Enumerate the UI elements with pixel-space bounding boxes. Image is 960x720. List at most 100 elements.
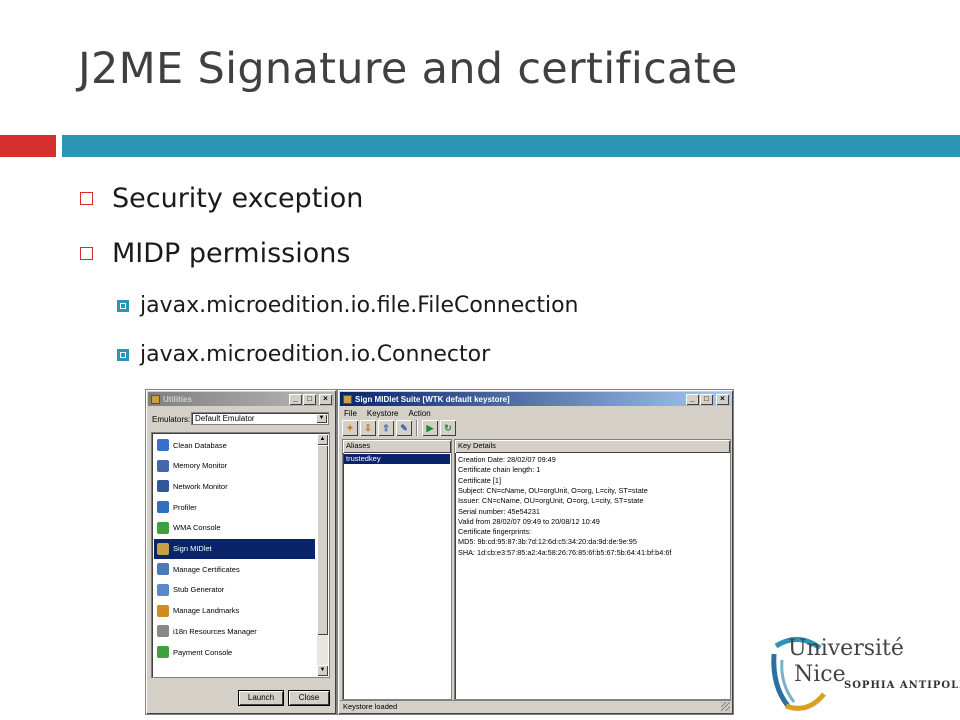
delete-key-icon[interactable]: ✎: [396, 420, 412, 436]
utility-item-label: Manage Certificates: [173, 564, 240, 574]
utility-item[interactable]: Sign MIDlet: [154, 538, 315, 559]
sub-bullet-fileconnection: javax.microedition.io.file.FileConnectio…: [117, 293, 579, 318]
utility-item-label: Manage Landmarks: [173, 606, 240, 616]
maximize-button[interactable]: □: [303, 393, 316, 405]
emulators-selected-value: Default Emulator: [195, 414, 255, 423]
utility-item[interactable]: WMA Console: [154, 518, 315, 538]
minimize-button[interactable]: _: [289, 393, 302, 405]
utility-item-label: Network Monitor: [173, 481, 228, 491]
landmarks-icon: [157, 604, 169, 617]
menu-bar: File Keystore Action: [340, 407, 731, 419]
emulators-label: Emulators:: [152, 415, 191, 424]
utilities-window: Utilities _ □ × Emulators: Default Emula…: [145, 389, 337, 715]
bullet-text: javax.microedition.io.file.FileConnectio…: [140, 293, 579, 318]
payment-console-icon: [157, 646, 169, 658]
key-detail-line: Creation Date: 28/02/07 09:49: [458, 455, 556, 464]
refresh-icon[interactable]: ↻: [440, 420, 456, 436]
utilities-scrollbar[interactable]: ▲ ▼: [317, 434, 328, 676]
utility-item[interactable]: Manage Landmarks: [154, 601, 315, 621]
key-detail-line: Subject: CN=cName, OU=orgUnit, O=org, L=…: [458, 485, 648, 495]
scroll-down-button[interactable]: ▼: [317, 665, 328, 676]
key-detail-line: Valid from 28/02/07 09:49 to 20/08/12 10…: [458, 516, 600, 526]
utility-item-label: i18n Resources Manager: [173, 626, 257, 636]
wma-console-icon: [157, 521, 169, 534]
network-monitor-icon: [157, 480, 169, 493]
scroll-thumb[interactable]: [317, 445, 328, 635]
key-detail-line: Serial number: 45e54231: [458, 506, 540, 516]
utility-item-label: WMA Console: [173, 523, 221, 533]
outline-square-bullet-icon: [80, 247, 93, 260]
filled-square-bullet-icon: [117, 299, 129, 312]
stub-generator-icon: [157, 583, 169, 596]
aliases-pane: Aliases trustedkey: [342, 439, 452, 700]
key-details-pane: Key Details Creation Date: 28/02/07 09:4…: [454, 439, 731, 700]
export-key-icon[interactable]: ⇧: [378, 420, 394, 436]
utility-item-label: Profiler: [173, 502, 197, 512]
certificates-icon: [157, 563, 169, 576]
sign-midlet-titlebar[interactable]: Sign MIDlet Suite [WTK default keystore]…: [340, 392, 731, 406]
app-icon: [151, 394, 160, 404]
alias-row[interactable]: trustedkey: [344, 454, 450, 464]
keystore-app-icon: [343, 394, 352, 404]
menu-keystore[interactable]: Keystore: [367, 409, 399, 418]
sign-run-icon[interactable]: ▶: [422, 420, 438, 436]
key-detail-line: Certificate fingerprints:: [458, 527, 531, 537]
slide-title: J2ME Signature and certificate: [78, 44, 738, 94]
key-detail-line: Certificate chain length: 1: [458, 465, 541, 475]
chevron-down-icon[interactable]: ▼: [316, 414, 327, 423]
window-title: Utilities: [163, 394, 192, 404]
utilities-titlebar[interactable]: Utilities _ □ ×: [148, 392, 334, 406]
logo-text-universite: Université: [788, 636, 904, 661]
emulators-select[interactable]: Default Emulator ▼: [191, 412, 329, 425]
key-detail-line: MD5: 9b:cd:95:87:3b:7d:12:6d:c5:34:20:da…: [458, 537, 637, 547]
resize-grip-icon[interactable]: [721, 702, 730, 711]
menu-file[interactable]: File: [344, 409, 357, 418]
utility-item[interactable]: Payment Console: [154, 642, 315, 662]
menu-action[interactable]: Action: [408, 409, 430, 418]
utility-item[interactable]: Memory Monitor: [154, 456, 315, 476]
profiler-icon: [157, 501, 169, 514]
utility-item[interactable]: Network Monitor: [154, 476, 315, 496]
utilities-list: Clean Database Memory Monitor Network Moni…: [151, 432, 330, 678]
toolbar: ✦ ⇩ ⇧ ✎ ▶ ↻: [342, 420, 456, 436]
bullet-text: javax.microedition.io.Connector: [140, 342, 491, 367]
import-key-icon[interactable]: ⇩: [360, 420, 376, 436]
utility-item[interactable]: Stub Generator: [154, 580, 315, 600]
utility-item[interactable]: i18n Resources Manager: [154, 621, 315, 641]
utility-item-label: Stub Generator: [173, 585, 225, 595]
scroll-up-button[interactable]: ▲: [317, 434, 328, 445]
key-detail-line: SHA: 1d:cb:e3:57:85:a2:4a:58:26:76:85:6f…: [458, 547, 672, 557]
sign-midlet-icon: [157, 542, 169, 555]
close-button[interactable]: Close: [288, 690, 330, 706]
window-title: Sign MIDlet Suite [WTK default keystore]: [355, 394, 510, 404]
close-window-button[interactable]: ×: [319, 393, 332, 405]
key-detail-line: Issuer: CN=cName, OU=orgUnit, O=org, L=c…: [458, 496, 644, 506]
outline-square-bullet-icon: [80, 192, 93, 205]
new-key-icon[interactable]: ✦: [342, 420, 358, 436]
bullet-midp-permissions: MIDP permissions: [80, 238, 350, 269]
launch-button[interactable]: Launch: [238, 690, 284, 706]
aliases-header[interactable]: Aliases: [343, 440, 451, 453]
minimize-button[interactable]: _: [686, 393, 699, 405]
status-text: Keystore loaded: [343, 702, 398, 711]
database-icon: [157, 439, 169, 451]
title-accent-blue-bar: [62, 135, 960, 157]
bullet-text: MIDP permissions: [112, 238, 351, 269]
utility-item[interactable]: Profiler: [154, 497, 315, 517]
maximize-button[interactable]: □: [700, 393, 713, 405]
memory-monitor-icon: [157, 459, 169, 472]
utility-item[interactable]: Clean Database: [154, 435, 315, 455]
utility-item-label: Sign MIDlet: [173, 544, 212, 553]
key-detail-line: Certificate [1]: [458, 475, 501, 485]
close-window-button[interactable]: ×: [716, 393, 729, 405]
status-bar: Keystore loaded: [340, 700, 731, 712]
bullet-security-exception: Security exception: [80, 183, 363, 214]
utility-item-label: Payment Console: [173, 647, 233, 657]
i18n-icon: [157, 625, 169, 638]
utility-item-label: Memory Monitor: [173, 461, 228, 471]
sub-bullet-connector: javax.microedition.io.Connector: [117, 342, 490, 367]
utility-item[interactable]: Manage Certificates: [154, 559, 315, 579]
key-details-header[interactable]: Key Details: [455, 440, 730, 453]
bullet-text: Security exception: [112, 183, 364, 214]
sign-midlet-window: Sign MIDlet Suite [WTK default keystore]…: [337, 389, 734, 715]
